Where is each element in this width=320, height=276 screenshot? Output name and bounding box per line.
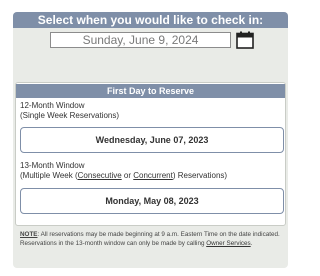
window-12-date: Wednesday, June 07, 2023 [20, 127, 284, 153]
reserve-header: First Day to Reserve [16, 84, 285, 98]
consecutive-link[interactable]: Consecutive [78, 171, 122, 180]
window-13-label: 13-Month Window (Multiple Week (Consecut… [20, 161, 227, 181]
window-12-title: 12-Month Window [20, 101, 85, 110]
window-13-date: Monday, May 08, 2023 [20, 188, 284, 214]
checkin-date-field[interactable]: Sunday, June 9, 2024 [50, 32, 231, 48]
window-13-or: or [121, 171, 134, 180]
owner-services-link[interactable]: Owner Services [206, 240, 250, 247]
note-label: NOTE [20, 231, 38, 238]
window-12-subtitle: (Single Week Reservations) [20, 111, 120, 120]
note-end: . [250, 239, 253, 247]
window-13-title: 13-Month Window [20, 161, 85, 170]
window-12-label: 12-Month Window (Single Week Reservation… [20, 101, 119, 121]
calendar-icon[interactable] [236, 31, 254, 49]
window-13-subtitle: (Multiple Week (Consecutive or Concurren… [20, 171, 227, 181]
concurrent-link[interactable]: Concurrent [133, 171, 173, 180]
window-13-prefix: (Multiple Week ( [20, 171, 78, 180]
window-13-suffix: ) Reservations) [172, 171, 228, 180]
checkin-header: Select when you would like to check in: [13, 12, 288, 28]
reservation-note: NOTE: All reservations may be made begin… [20, 231, 286, 248]
